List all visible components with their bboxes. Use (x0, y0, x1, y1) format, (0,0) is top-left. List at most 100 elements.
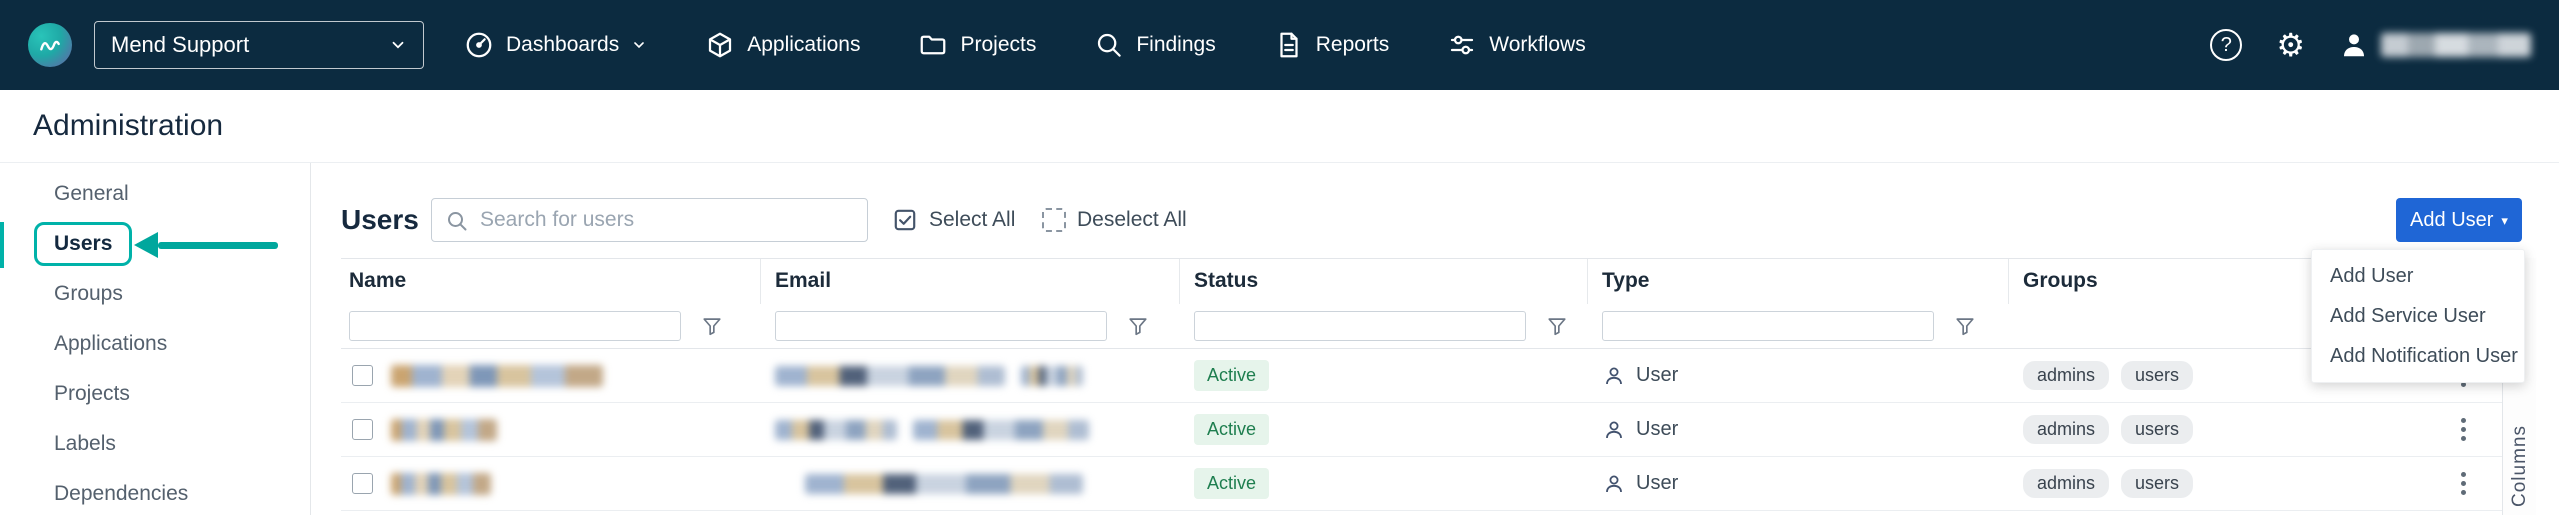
kebab-menu-icon[interactable] (2461, 418, 2466, 441)
nav-item-projects[interactable]: Projects (918, 30, 1036, 60)
person-icon (1602, 418, 1626, 442)
navbar-right: ? ⚙ (2210, 29, 2531, 61)
nav-label: Dashboards (506, 33, 619, 57)
filter-funnel-icon[interactable] (701, 315, 723, 337)
search-input[interactable] (432, 199, 867, 241)
nav-item-workflows[interactable]: Workflows (1447, 30, 1585, 60)
deselect-all-label: Deselect All (1077, 208, 1187, 232)
users-table: Name Email Status Type Groups (341, 258, 2502, 511)
select-all-button[interactable]: Select All (892, 198, 1015, 242)
chevron-down-icon (389, 36, 407, 54)
type-filter-input[interactable] (1602, 311, 1934, 341)
email-filter-input[interactable] (775, 311, 1107, 341)
group-tag: admins (2023, 361, 2109, 390)
sidebar-item-applications[interactable]: Applications (0, 319, 310, 369)
findings-icon (1094, 30, 1124, 60)
row-checkbox[interactable] (352, 473, 373, 494)
sidebar-item-groups[interactable]: Groups (0, 269, 310, 319)
nav-label: Findings (1136, 33, 1215, 57)
workflows-icon (1447, 30, 1477, 60)
person-icon (1602, 472, 1626, 496)
checkbox-checked-icon (892, 207, 918, 233)
column-header-type[interactable]: Type (1588, 259, 2009, 304)
annotation-arrow-head (134, 232, 158, 258)
chevron-down-icon (631, 37, 647, 53)
search-icon (445, 209, 469, 233)
column-header-status[interactable]: Status (1180, 259, 1588, 304)
gear-icon[interactable]: ⚙ (2276, 29, 2305, 61)
table-row: Active User admins users (341, 403, 2502, 457)
sidebar-item-labels[interactable]: Labels (0, 419, 310, 469)
deselect-icon (1042, 208, 1066, 232)
filter-funnel-icon[interactable] (1546, 315, 1568, 337)
sidebar-item-label: Applications (54, 332, 167, 356)
kebab-menu-icon[interactable] (2461, 472, 2466, 495)
page-title: Administration (33, 109, 223, 143)
name-filter-input[interactable] (349, 311, 681, 341)
sidebar-item-label: General (54, 182, 129, 206)
user-email-redacted (913, 420, 1089, 440)
add-user-button[interactable]: Add User ▾ (2396, 198, 2522, 242)
nav-label: Reports (1316, 33, 1390, 57)
nav-item-findings[interactable]: Findings (1094, 30, 1215, 60)
sidebar-divider (310, 163, 311, 515)
sidebar-item-label: Users (54, 232, 112, 255)
user-avatar-icon (2339, 30, 2369, 60)
nav-item-reports[interactable]: Reports (1274, 30, 1390, 60)
deselect-all-button[interactable]: Deselect All (1042, 198, 1187, 242)
nav-label: Workflows (1489, 33, 1585, 57)
status-badge: Active (1194, 468, 1269, 499)
menu-item-add-user[interactable]: Add User (2312, 256, 2524, 296)
menu-item-add-service-user[interactable]: Add Service User (2312, 296, 2524, 336)
row-checkbox[interactable] (352, 365, 373, 386)
column-header-name[interactable]: Name (341, 259, 761, 304)
user-name-redacted (2381, 33, 2531, 57)
nav-label: Projects (960, 33, 1036, 57)
menu-item-add-notification-user[interactable]: Add Notification User (2312, 336, 2524, 376)
user-type-label: User (1636, 418, 1678, 441)
column-header-email[interactable]: Email (761, 259, 1180, 304)
sidebar-item-dependencies[interactable]: Dependencies (0, 469, 310, 515)
top-navbar: Mend Support Dashboards Applications (0, 0, 2559, 90)
table-filter-row (341, 303, 2502, 349)
filter-funnel-icon[interactable] (1954, 315, 1976, 337)
add-user-label: Add User (2410, 209, 2493, 232)
status-filter-input[interactable] (1194, 311, 1526, 341)
sidebar-item-projects[interactable]: Projects (0, 369, 310, 419)
mend-logo-icon[interactable] (28, 23, 72, 67)
nav-item-dashboards[interactable]: Dashboards (464, 30, 647, 60)
dashboards-icon (464, 30, 494, 60)
nav-item-applications[interactable]: Applications (705, 30, 860, 60)
group-tag: users (2121, 415, 2193, 444)
group-tag: users (2121, 361, 2193, 390)
help-icon[interactable]: ? (2210, 29, 2242, 61)
screen: Mend Support Dashboards Applications (0, 0, 2559, 515)
add-user-dropdown-menu: Add User Add Service User Add Notificati… (2311, 249, 2525, 383)
person-icon (1602, 364, 1626, 388)
help-glyph: ? (2221, 34, 2232, 57)
table-row: Active User admins users (341, 349, 2502, 403)
user-search (431, 198, 868, 242)
sidebar-item-general[interactable]: General (0, 169, 310, 219)
group-tag: admins (2023, 469, 2109, 498)
sidebar-item-label: Labels (54, 432, 116, 456)
primary-nav: Dashboards Applications Projects Findi (464, 30, 1586, 60)
workspace-label: Mend Support (111, 32, 249, 58)
workspace-selector[interactable]: Mend Support (94, 21, 424, 69)
nav-label: Applications (747, 33, 860, 57)
group-tag: admins (2023, 415, 2109, 444)
table-row: Active User admins users (341, 457, 2502, 511)
annotation-arrow (158, 242, 278, 249)
columns-panel-tab-label: Columns (2509, 425, 2531, 507)
user-email-redacted (805, 474, 1083, 494)
filter-funnel-icon[interactable] (1127, 315, 1149, 337)
sidebar-item-label: Dependencies (54, 482, 188, 506)
user-name-redacted (391, 473, 491, 495)
group-tag: users (2121, 469, 2193, 498)
user-menu[interactable] (2339, 30, 2531, 60)
admin-sidebar: General Users Groups Applications Projec… (0, 163, 310, 515)
selected-item-highlight-box: Users (34, 222, 132, 266)
row-checkbox[interactable] (352, 419, 373, 440)
user-name-redacted (391, 419, 497, 441)
user-email-redacted (775, 366, 1005, 386)
